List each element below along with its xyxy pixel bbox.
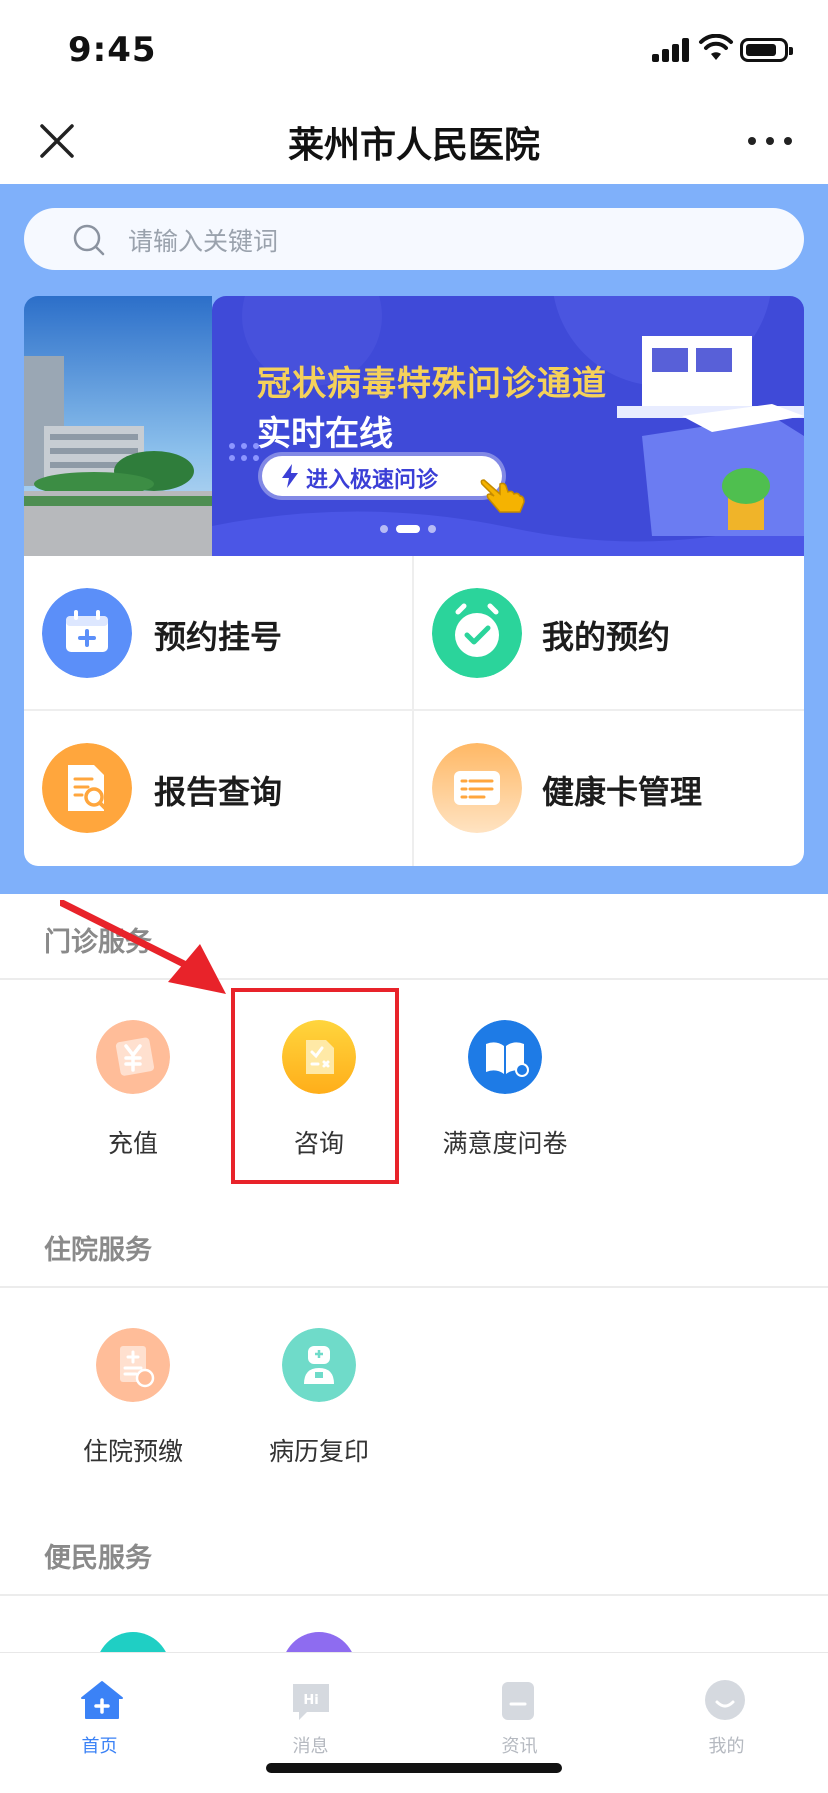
service-label: 满意度问卷 [442,1129,568,1158]
banner-headline: 冠状病毒特殊问诊通道 [257,364,607,404]
quick-action-label: 健康卡管理 [542,773,703,811]
service-inpatient-prepay[interactable]: 住院预缴 [40,1308,226,1468]
service-recharge[interactable]: 充值 [40,1000,226,1160]
tab-label: 资讯 [501,1736,538,1757]
tab-label: 首页 [81,1736,118,1757]
message-icon: Hi [293,1684,329,1720]
calendar-plus-icon [42,588,132,678]
quick-action-label: 预约挂号 [154,618,283,656]
home-indicator [266,1763,562,1773]
lightning-icon [282,464,298,488]
wifi-icon [699,34,733,60]
quick-action-health-card[interactable]: 健康卡管理 [414,711,804,865]
tab-label: 我的 [708,1736,745,1757]
tab-messages[interactable]: Hi 消息 [207,1662,414,1772]
red-arrow-icon [60,900,226,994]
status-time: 9:45 [68,30,157,70]
yuan-card-icon [96,1020,170,1094]
quick-action-appointment[interactable]: 预约挂号 [24,556,414,710]
tab-home[interactable]: 首页 [0,1662,207,1772]
section-title-inpatient: 住院服务 [44,1235,152,1266]
highlight-box [231,988,399,1184]
divider [0,1286,828,1288]
page-title: 莱州市人民医院 [287,125,540,166]
section-title-convenience: 便民服务 [44,1543,152,1574]
search-input[interactable]: 请输入关键词 [128,222,278,258]
book-questionnaire-icon [468,1020,542,1094]
prepay-document-icon [96,1328,170,1402]
battery-icon [740,38,793,62]
report-search-icon [42,743,132,833]
banner-subheadline: 实时在线 [257,414,393,454]
search-icon [73,224,105,256]
news-icon [502,1682,534,1720]
banner-button-label: 进入极速问诊 [306,468,439,493]
service-medical-record-copy[interactable]: 病历复印 [226,1308,412,1468]
health-card-icon [432,743,522,833]
alarm-check-icon [432,588,522,678]
banner-hospital-photo[interactable] [24,296,212,556]
medical-record-icon [282,1328,356,1402]
tab-profile[interactable]: 我的 [621,1662,828,1772]
tab-label: 消息 [292,1736,329,1757]
cellular-signal-icon [652,38,692,62]
quick-action-report-query[interactable]: 报告查询 [24,711,414,865]
svg-text:Hi: Hi [303,1693,318,1708]
service-satisfaction-survey[interactable]: 满意度问卷 [412,1000,598,1160]
quick-action-my-appointments[interactable]: 我的预约 [414,556,804,710]
quick-action-label: 报告查询 [154,773,283,811]
banner-pagination [380,524,450,534]
quick-action-label: 我的预约 [542,618,671,656]
service-label: 病历复印 [268,1437,369,1466]
divider [0,1594,828,1596]
home-icon [81,1681,123,1719]
profile-icon [705,1680,745,1720]
status-bar: 9:45 [0,0,828,92]
pointing-hand-icon [480,479,525,513]
tab-news[interactable]: 资讯 [414,1662,621,1772]
more-options-icon[interactable] [748,128,792,152]
